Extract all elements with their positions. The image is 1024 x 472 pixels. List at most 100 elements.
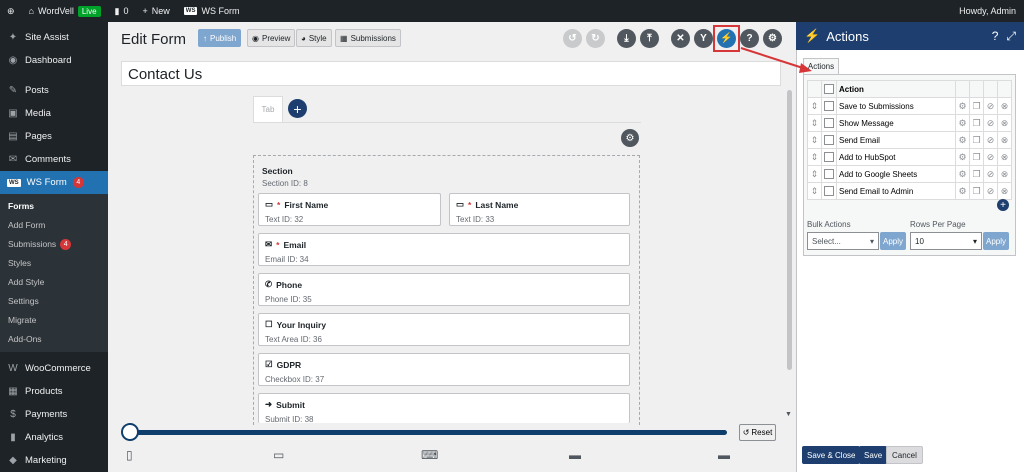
site-name-link[interactable]: ⌂ WordVell Live <box>22 0 108 22</box>
field-email[interactable]: ✉ * Email Email ID: 34 <box>258 233 630 266</box>
delete-icon[interactable]: ⊗ <box>997 148 1012 166</box>
submenu-add-style[interactable]: Add Style <box>0 273 108 292</box>
publish-button[interactable]: ↑ Publish <box>198 29 242 47</box>
disable-icon[interactable]: ⊘ <box>983 148 998 166</box>
save-button[interactable]: Save <box>859 446 888 464</box>
tab-actions[interactable]: Actions <box>803 58 839 75</box>
select-all-checkbox[interactable] <box>824 84 834 94</box>
menu-wsform[interactable]: WS WS Form 4 <box>0 171 108 194</box>
menu-media[interactable]: ▣ Media <box>0 102 108 125</box>
disable-icon[interactable]: ⊘ <box>983 182 998 200</box>
menu-site-assist[interactable]: ✦ Site Assist <box>0 26 108 49</box>
disable-icon[interactable]: ⊘ <box>983 131 998 149</box>
menu-woocommerce[interactable]: W WooCommerce <box>0 357 108 380</box>
submenu-add-form[interactable]: Add Form <box>0 216 108 235</box>
undo-icon[interactable]: ↺ <box>563 29 582 48</box>
field-last-name[interactable]: ▭ * Last Name Text ID: 33 <box>449 193 630 226</box>
tab-settings-gear-icon[interactable]: ⚙ <box>621 129 639 147</box>
drag-handle-icon[interactable]: ⇕ <box>807 114 822 132</box>
row-checkbox[interactable] <box>824 101 834 111</box>
menu-dashboard[interactable]: ◉ Dashboard <box>0 49 108 72</box>
cancel-button[interactable]: Cancel <box>886 446 923 464</box>
submenu-settings[interactable]: Settings <box>0 292 108 311</box>
field-your-inquiry[interactable]: ☐ Your Inquiry Text Area ID: 36 <box>258 313 630 346</box>
row-checkbox[interactable] <box>824 169 834 179</box>
wp-logo-icon[interactable]: ⊕ <box>0 0 22 22</box>
drag-handle-icon[interactable]: ⇕ <box>807 148 822 166</box>
breakpoint-slider-handle[interactable] <box>121 423 139 441</box>
submenu-migrate[interactable]: Migrate <box>0 311 108 330</box>
menu-comments[interactable]: ✉ Comments <box>0 148 108 171</box>
delete-icon[interactable]: ⊗ <box>997 182 1012 200</box>
expand-icon[interactable]: ⤢ <box>1006 29 1016 44</box>
rows-apply-button[interactable]: Apply <box>983 232 1009 250</box>
menu-pages[interactable]: ▤ Pages <box>0 125 108 148</box>
action-row[interactable]: ⇕ Show Message ⚙ ❐ ⊘ ⊗ <box>807 114 1012 132</box>
settings-gear-icon[interactable]: ⚙ <box>955 131 970 149</box>
laptop-icon[interactable]: ⌨ <box>421 448 438 462</box>
submenu-styles[interactable]: Styles <box>0 254 108 273</box>
action-row[interactable]: ⇕ Save to Submissions ⚙ ❐ ⊘ ⊗ <box>807 97 1012 115</box>
help-icon[interactable]: ? <box>740 29 759 48</box>
action-row[interactable]: ⇕ Add to Google Sheets ⚙ ❐ ⊘ ⊗ <box>807 165 1012 183</box>
settings-gear-icon[interactable]: ⚙ <box>763 29 782 48</box>
delete-icon[interactable]: ⊗ <box>997 97 1012 115</box>
comments-link[interactable]: ▮ 0 <box>108 0 136 22</box>
drag-handle-icon[interactable]: ⇕ <box>807 165 822 183</box>
add-tab-button[interactable]: + <box>288 99 307 118</box>
disable-icon[interactable]: ⊘ <box>983 114 998 132</box>
drag-handle-icon[interactable]: ⇕ <box>807 182 822 200</box>
conditional-logic-icon[interactable]: Y <box>694 29 713 48</box>
scrollbar-thumb[interactable] <box>787 90 792 370</box>
bulk-apply-button[interactable]: Apply <box>880 232 906 250</box>
scroll-down-arrow-icon[interactable]: ▼ <box>785 411 792 418</box>
download-icon[interactable]: ⤓ <box>617 29 636 48</box>
large-desktop-icon[interactable]: ▬ <box>718 448 730 462</box>
drag-handle-icon[interactable]: ⇕ <box>807 97 822 115</box>
row-checkbox[interactable] <box>824 186 834 196</box>
delete-icon[interactable]: ⊗ <box>997 165 1012 183</box>
new-link[interactable]: + New <box>136 0 177 22</box>
settings-gear-icon[interactable]: ⚙ <box>955 165 970 183</box>
rows-per-page-select[interactable]: 10 ▾ <box>910 232 982 250</box>
delete-icon[interactable]: ⊗ <box>997 114 1012 132</box>
field-submit[interactable]: ➜ Submit Submit ID: 38 <box>258 393 630 423</box>
row-checkbox[interactable] <box>824 135 834 145</box>
delete-icon[interactable]: ⊗ <box>997 131 1012 149</box>
tools-icon[interactable]: ✕ <box>671 29 690 48</box>
submissions-button[interactable]: ▦ Submissions <box>335 29 401 47</box>
settings-gear-icon[interactable]: ⚙ <box>955 114 970 132</box>
save-close-button[interactable]: Save & Close <box>802 446 861 464</box>
field-gdpr[interactable]: ☑ GDPR Checkbox ID: 37 <box>258 353 630 386</box>
clone-icon[interactable]: ❐ <box>969 165 984 183</box>
disable-icon[interactable]: ⊘ <box>983 165 998 183</box>
menu-payments[interactable]: $ Payments <box>0 403 108 426</box>
help-icon[interactable]: ? <box>992 29 999 44</box>
tablet-portrait-icon[interactable]: ▭ <box>273 448 284 462</box>
desktop-icon[interactable]: ▬ <box>569 448 581 462</box>
bulk-actions-select[interactable]: Select... ▾ <box>807 232 879 250</box>
form-tab[interactable]: Tab <box>253 96 283 122</box>
settings-gear-icon[interactable]: ⚙ <box>955 182 970 200</box>
clone-icon[interactable]: ❐ <box>969 131 984 149</box>
field-first-name[interactable]: ▭ * First Name Text ID: 32 <box>258 193 441 226</box>
style-button[interactable]: ◕ Style <box>296 29 332 47</box>
menu-products[interactable]: ▦ Products <box>0 380 108 403</box>
upload-icon[interactable]: ⤒ <box>640 29 659 48</box>
menu-analytics[interactable]: ▮ Analytics <box>0 426 108 449</box>
redo-icon[interactable]: ↻ <box>586 29 605 48</box>
clone-icon[interactable]: ❐ <box>969 97 984 115</box>
clone-icon[interactable]: ❐ <box>969 114 984 132</box>
submenu-add-ons[interactable]: Add-Ons <box>0 330 108 349</box>
menu-posts[interactable]: ✎ Posts <box>0 79 108 102</box>
mobile-portrait-icon[interactable]: ▯ <box>126 448 133 462</box>
clone-icon[interactable]: ❐ <box>969 148 984 166</box>
add-action-button[interactable]: + <box>997 199 1009 211</box>
drag-handle-icon[interactable]: ⇕ <box>807 131 822 149</box>
action-row[interactable]: ⇕ Send Email ⚙ ❐ ⊘ ⊗ <box>807 131 1012 149</box>
settings-gear-icon[interactable]: ⚙ <box>955 97 970 115</box>
clone-icon[interactable]: ❐ <box>969 182 984 200</box>
disable-icon[interactable]: ⊘ <box>983 97 998 115</box>
breakpoint-slider-track[interactable] <box>123 430 727 435</box>
settings-gear-icon[interactable]: ⚙ <box>955 148 970 166</box>
